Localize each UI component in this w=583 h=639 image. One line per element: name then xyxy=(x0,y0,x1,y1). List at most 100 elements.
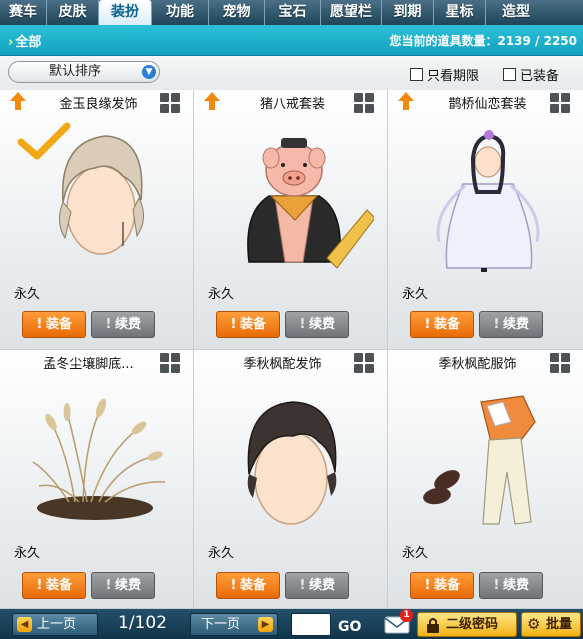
next-page-button[interactable]: 下一页 ▶ xyxy=(190,613,278,636)
up-arrow-icon xyxy=(10,92,26,110)
grid-icon[interactable] xyxy=(550,353,571,374)
renew-label: 续费 xyxy=(502,578,529,593)
equip-button[interactable]: ! 装备 xyxy=(410,572,474,599)
item-name: 季秋枫酡服饰 xyxy=(438,357,517,372)
grass-footprint-image xyxy=(32,398,166,520)
renew-label: 续费 xyxy=(308,317,335,332)
only-expiring-checkbox[interactable]: 只看期限 xyxy=(410,65,479,84)
equip-button[interactable]: ! 装备 xyxy=(22,311,86,338)
item-card[interactable]: 金玉良缘发饰 永久 ! 装备 ! 续费 xyxy=(0,90,194,350)
tab-expiring[interactable]: 到期 xyxy=(382,0,434,25)
grid-icon[interactable] xyxy=(354,353,375,374)
tab-gem[interactable]: 宝石 xyxy=(265,0,321,25)
category-label: 全部 xyxy=(15,35,42,50)
item-duration: 永久 xyxy=(402,287,429,302)
grid-icon[interactable] xyxy=(354,93,375,114)
lock-icon xyxy=(427,618,439,633)
tab-skin[interactable]: 皮肤 xyxy=(47,0,99,25)
renew-label: 续费 xyxy=(114,578,141,593)
app-window: 赛车 皮肤 装扮 功能 宠物 宝石 愿望栏 到期 星标 造型 › 全部 您当前的道… xyxy=(0,0,583,639)
filter-row: 默认排序 ▼ 只看期限 已装备 xyxy=(0,56,583,90)
prev-page-button[interactable]: ◀ 上一页 xyxy=(12,613,98,636)
equip-button[interactable]: ! 装备 xyxy=(22,572,86,599)
renew-label: 续费 xyxy=(502,317,529,332)
tab-function[interactable]: 功能 xyxy=(152,0,209,25)
only-expiring-label: 只看期限 xyxy=(427,69,480,84)
item-name: 鹊桥仙恋套装 xyxy=(448,97,527,112)
item-count-label: 您当前的道具数量： xyxy=(389,34,498,48)
renew-button[interactable]: ! 续费 xyxy=(285,311,349,338)
grid-icon[interactable] xyxy=(160,353,181,374)
renew-button[interactable]: ! 续费 xyxy=(479,311,543,338)
item-name: 孟冬尘壤脚底... xyxy=(43,357,134,372)
renew-label: 续费 xyxy=(308,578,335,593)
tab-pet[interactable]: 宠物 xyxy=(209,0,265,25)
item-grid: 金玉良缘发饰 永久 ! 装备 ! 续费 猪八戒套装 永久 ! 装备 ! 续费 鹊… xyxy=(0,90,583,609)
tab-style[interactable]: 造型 xyxy=(486,0,583,25)
equip-label: 装备 xyxy=(239,317,266,332)
equip-label: 装备 xyxy=(45,317,72,332)
renew-label: 续费 xyxy=(114,317,141,332)
password-label: 二级密码 xyxy=(446,617,499,632)
tab-outfit[interactable]: 装扮 xyxy=(99,0,152,25)
bottom-bar: ◀ 上一页 1/102 下一页 ▶ GO 1 二级密码 ⚙ 批量 xyxy=(0,609,583,639)
clothing-set-image xyxy=(423,395,536,525)
checkbox-box xyxy=(503,68,516,81)
equip-label: 装备 xyxy=(239,578,266,593)
grid-icon[interactable] xyxy=(550,93,571,114)
item-duration: 永久 xyxy=(208,546,235,561)
chevron-right-icon: ▶ xyxy=(258,617,273,632)
tab-starred[interactable]: 星标 xyxy=(434,0,486,25)
fairy-costume-image xyxy=(436,130,540,272)
gear-icon: ⚙ xyxy=(527,615,541,633)
equip-button[interactable]: ! 装备 xyxy=(216,572,280,599)
item-card[interactable]: 季秋枫酡发饰 永久 ! 装备 ! 续费 xyxy=(194,350,388,609)
item-card[interactable]: 季秋枫酡服饰 永久 ! 装备 ! 续费 xyxy=(388,350,583,609)
pig-costume-image xyxy=(247,138,374,269)
sub-bar: › 全部 您当前的道具数量：2139 / 2250 xyxy=(0,25,583,56)
equip-label: 装备 xyxy=(433,317,460,332)
go-button[interactable]: GO xyxy=(338,619,361,635)
equipped-label: 已装备 xyxy=(520,69,560,84)
mail-badge: 1 xyxy=(400,609,413,622)
category-selector[interactable]: › 全部 xyxy=(8,31,41,50)
item-name: 猪八戒套装 xyxy=(259,97,325,112)
bulk-label: 批量 xyxy=(546,617,573,632)
renew-button[interactable]: ! 续费 xyxy=(479,572,543,599)
renew-button[interactable]: ! 续费 xyxy=(285,572,349,599)
up-arrow-icon xyxy=(204,92,220,110)
equip-button[interactable]: ! 装备 xyxy=(216,311,280,338)
item-duration: 永久 xyxy=(208,287,235,302)
renew-button[interactable]: ! 续费 xyxy=(91,311,155,338)
prev-page-label: 上一页 xyxy=(37,617,77,632)
item-name: 季秋枫酡发饰 xyxy=(243,357,322,372)
password-button[interactable]: 二级密码 xyxy=(417,612,517,637)
item-card[interactable]: 孟冬尘壤脚底... 永久 ! 装备 ! 续费 xyxy=(0,350,194,609)
hair-accessory-image xyxy=(247,401,337,525)
hair-accessory-image xyxy=(17,122,144,255)
chevron-right-icon: › xyxy=(8,35,14,50)
page-number-input[interactable] xyxy=(291,613,331,636)
equipped-checkbox[interactable]: 已装备 xyxy=(503,65,559,84)
item-card[interactable]: 鹊桥仙恋套装 永久 ! 装备 ! 续费 xyxy=(388,90,583,350)
equip-button[interactable]: ! 装备 xyxy=(410,311,474,338)
chevron-left-icon: ◀ xyxy=(17,617,32,632)
up-arrow-icon xyxy=(398,92,414,110)
tab-wishlist[interactable]: 愿望栏 xyxy=(321,0,382,25)
bulk-button[interactable]: ⚙ 批量 xyxy=(521,612,581,637)
item-name: 金玉良缘发饰 xyxy=(59,97,138,112)
chevron-down-icon: ▼ xyxy=(142,65,156,79)
renew-button[interactable]: ! 续费 xyxy=(91,572,155,599)
sort-label: 默认排序 xyxy=(48,64,101,79)
checkbox-box xyxy=(410,68,423,81)
grid-icon[interactable] xyxy=(160,93,181,114)
top-tabs: 赛车 皮肤 装扮 功能 宠物 宝石 愿望栏 到期 星标 造型 xyxy=(0,0,583,25)
tab-racing[interactable]: 赛车 xyxy=(0,0,47,25)
item-card[interactable]: 猪八戒套装 永久 ! 装备 ! 续费 xyxy=(194,90,388,350)
next-page-label: 下一页 xyxy=(201,617,241,632)
item-duration: 永久 xyxy=(14,287,41,302)
equip-label: 装备 xyxy=(433,578,460,593)
page-indicator: 1/102 xyxy=(118,613,167,633)
item-duration: 永久 xyxy=(402,546,429,561)
sort-dropdown[interactable]: 默认排序 ▼ xyxy=(8,61,160,83)
